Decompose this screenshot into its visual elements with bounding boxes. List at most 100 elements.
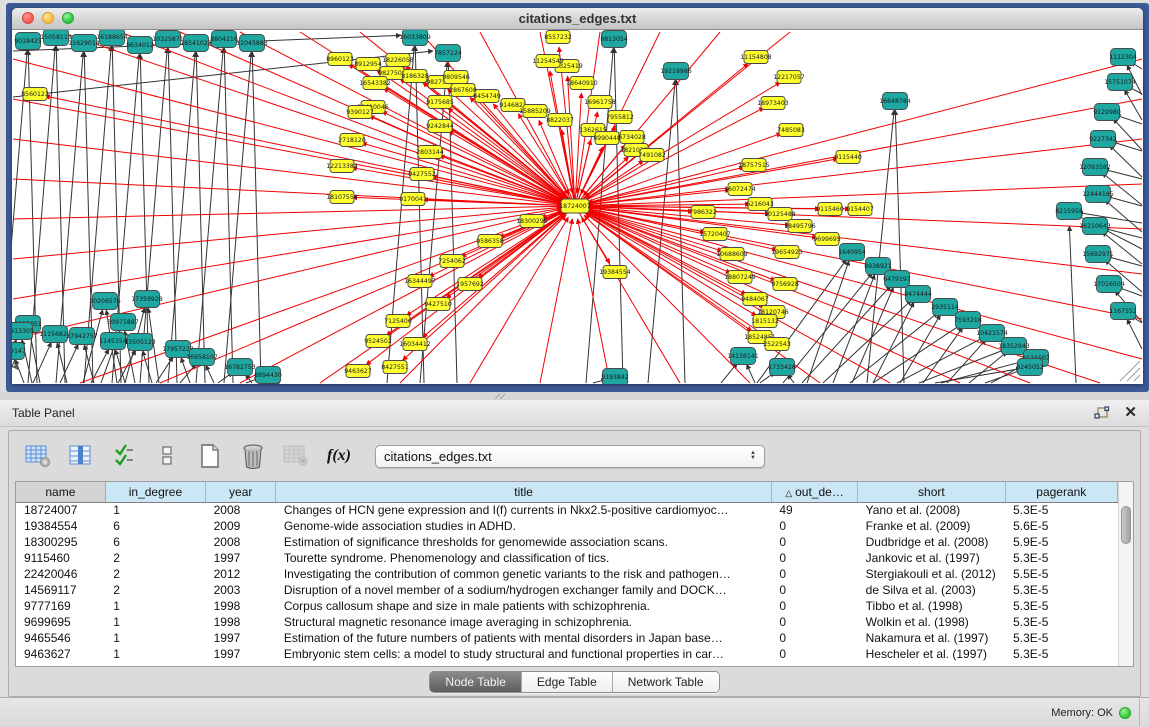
column-header-out_degree[interactable]: △out_de…	[771, 482, 857, 502]
table-cell-title[interactable]: Genome-wide association studies in ADHD.	[276, 518, 772, 534]
table-cell-in_degree[interactable]: 2	[105, 550, 205, 566]
table-cell-short[interactable]: Nakamura et al. (1997)	[858, 630, 1005, 646]
table-cell-pagerank[interactable]: 5.3E-5	[1005, 630, 1117, 646]
table-cell-name[interactable]: 9777169	[16, 598, 105, 614]
graph-edge-black[interactable]	[57, 343, 67, 383]
table-cell-name[interactable]: 14569117	[16, 582, 105, 598]
table-cell-in_degree[interactable]: 1	[105, 646, 205, 662]
table-selector-dropdown[interactable]: citations_edges.txt ▲▼	[375, 445, 765, 468]
table-cell-in_degree[interactable]: 2	[105, 582, 205, 598]
table-cell-short[interactable]: Yano et al. (2008)	[858, 502, 1005, 518]
table-cell-in_degree[interactable]: 1	[105, 614, 205, 630]
table-cell-name[interactable]: 9463627	[16, 646, 105, 662]
table-cell-year[interactable]: 1998	[206, 614, 276, 630]
table-cell-year[interactable]: 2008	[206, 502, 276, 518]
table-cell-year[interactable]: 2008	[206, 534, 276, 550]
table-cell-pagerank[interactable]: 5.5E-5	[1005, 566, 1117, 582]
select-rows-icon[interactable]	[109, 441, 139, 471]
table-cell-in_degree[interactable]: 6	[105, 534, 205, 550]
graph-edge-red[interactable]	[13, 139, 562, 204]
table-cell-title[interactable]: Disruption of a novel member of a sodium…	[276, 582, 772, 598]
table-cell-in_degree[interactable]: 1	[105, 502, 205, 518]
graph-edge-black[interactable]	[1113, 119, 1142, 150]
graph-edge-black[interactable]	[168, 52, 195, 383]
tab-edge-table[interactable]: Edge Table	[522, 672, 613, 692]
table-cell-title[interactable]: Tourette syndrome. Phenomenology and cla…	[276, 550, 772, 566]
table-cell-in_degree[interactable]: 2	[105, 566, 205, 582]
graph-edge-black[interactable]	[802, 286, 891, 383]
graph-edge-red[interactable]	[13, 207, 562, 259]
table-cell-short[interactable]: Stergiakouli et al. (2012)	[858, 566, 1005, 582]
table-row[interactable]: 969969511998Structural magnetic resonanc…	[16, 614, 1118, 630]
table-row[interactable]: 946362711997Embryonic stem cells: a mode…	[16, 646, 1118, 662]
table-cell-pagerank[interactable]: 5.6E-5	[1005, 518, 1117, 534]
graph-edge-black[interactable]	[252, 52, 261, 383]
graph-edge-red[interactable]	[588, 209, 1142, 359]
table-cell-out_degree[interactable]: 49	[771, 502, 857, 518]
table-cell-out_degree[interactable]: 0	[771, 534, 857, 550]
table-cell-short[interactable]: Dudbridge et al. (2008)	[858, 534, 1005, 550]
table-cell-pagerank[interactable]: 5.3E-5	[1005, 598, 1117, 614]
table-cell-name[interactable]: 9465546	[16, 630, 105, 646]
table-cell-name[interactable]: 22420046	[16, 566, 105, 582]
table-row[interactable]: 911546021997Tourette syndrome. Phenomeno…	[16, 550, 1118, 566]
table-cell-name[interactable]: 18724007	[16, 502, 105, 518]
table-cell-out_degree[interactable]: 0	[771, 630, 857, 646]
graph-edge-black[interactable]	[196, 52, 205, 383]
table-cell-title[interactable]: Embryonic stem cells: a model to study s…	[276, 646, 772, 662]
close-window-button[interactable]	[22, 12, 34, 24]
tab-network-table[interactable]: Network Table	[613, 672, 719, 692]
new-table-icon[interactable]	[195, 441, 225, 471]
graph-edge-black[interactable]	[721, 363, 737, 383]
table-cell-year[interactable]: 1998	[206, 598, 276, 614]
table-row[interactable]: 946554611997Estimation of the future num…	[16, 630, 1118, 646]
table-cell-out_degree[interactable]: 0	[771, 646, 857, 662]
graph-edge-black[interactable]	[1127, 319, 1142, 349]
table-cell-title[interactable]: Corpus callosum shape and size in male p…	[276, 598, 772, 614]
table-cell-pagerank[interactable]: 5.3E-5	[1005, 614, 1117, 630]
window-titlebar[interactable]: citations_edges.txt	[12, 8, 1143, 30]
column-header-pagerank[interactable]: pagerank	[1005, 482, 1117, 502]
zoom-window-button[interactable]	[62, 12, 74, 24]
canvas-resize-grip[interactable]	[1120, 361, 1140, 381]
column-header-year[interactable]: year	[206, 482, 276, 502]
table-cell-year[interactable]: 2003	[206, 582, 276, 598]
table-cell-title[interactable]: Changes of HCN gene expression and I(f) …	[276, 502, 772, 518]
table-cell-out_degree[interactable]: 0	[771, 550, 857, 566]
table-cell-name[interactable]: 9115460	[16, 550, 105, 566]
table-cell-year[interactable]: 2012	[206, 566, 276, 582]
graph-edge-black[interactable]	[415, 46, 424, 383]
table-cell-short[interactable]: de Silva et al. (2003)	[858, 582, 1005, 598]
minimize-window-button[interactable]	[42, 12, 54, 24]
graph-edge-black[interactable]	[448, 62, 457, 383]
graph-edge-black[interactable]	[873, 302, 914, 383]
column-header-short[interactable]: short	[858, 482, 1005, 502]
table-cell-short[interactable]: Wolkin et al. (1998)	[858, 614, 1005, 630]
table-cell-short[interactable]: Jankovic et al. (1997)	[858, 550, 1005, 566]
table-row[interactable]: 1830029562008Estimation of significance …	[16, 534, 1118, 550]
table-row[interactable]: 1872400712008Changes of HCN gene express…	[16, 502, 1118, 518]
table-cell-name[interactable]: 19384554	[16, 518, 105, 534]
float-window-icon[interactable]	[1094, 406, 1110, 421]
graph-edge-black[interactable]	[935, 368, 1021, 383]
graph-edge-red[interactable]	[60, 32, 563, 202]
table-cell-out_degree[interactable]: 0	[771, 582, 857, 598]
graph-edge-red[interactable]	[13, 206, 562, 219]
graph-edge-red[interactable]	[13, 99, 562, 204]
graph-edge-black[interactable]	[676, 80, 685, 383]
table-cell-name[interactable]: 18300295	[16, 534, 105, 550]
table-cell-out_degree[interactable]: 0	[771, 614, 857, 630]
graph-edge-black[interactable]	[895, 110, 904, 383]
table-cell-out_degree[interactable]: 0	[771, 518, 857, 534]
table-cell-pagerank[interactable]: 5.3E-5	[1005, 582, 1117, 598]
graph-edge-red[interactable]	[588, 99, 1142, 204]
graph-edge-black[interactable]	[900, 315, 940, 383]
table-row[interactable]: 977716911998Corpus callosum shape and si…	[16, 598, 1118, 614]
column-header-title[interactable]: title	[276, 482, 772, 502]
row-height-icon[interactable]	[152, 441, 182, 471]
column-header-in_degree[interactable]: in_degree	[105, 482, 205, 502]
graph-edge-red[interactable]	[423, 206, 575, 337]
table-row[interactable]: 1456911722003Disruption of a novel membe…	[16, 582, 1118, 598]
table-cell-in_degree[interactable]: 1	[105, 630, 205, 646]
graph-edge-red[interactable]	[160, 211, 563, 383]
